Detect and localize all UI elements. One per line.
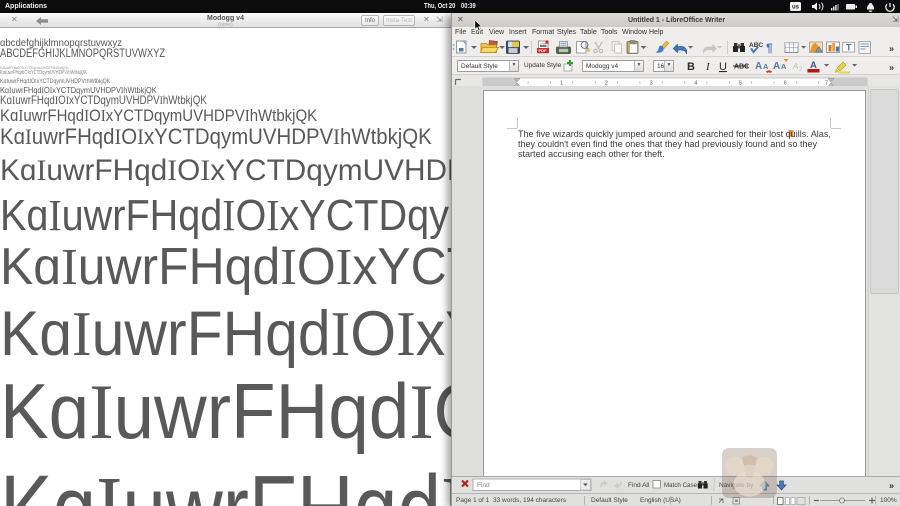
svg-text:A: A (763, 62, 769, 71)
svg-text:B: B (687, 61, 695, 73)
svg-text:I: I (705, 61, 711, 73)
svg-text:¶: ¶ (766, 41, 773, 55)
svg-text:Match Case: Match Case (664, 482, 698, 489)
svg-text:»: » (889, 44, 894, 54)
svg-text:PDF: PDF (539, 48, 548, 53)
svg-text:A: A (773, 61, 780, 72)
svg-text:A: A (781, 62, 787, 71)
svg-text:ABC: ABC (734, 64, 749, 71)
svg-text:»: » (889, 63, 894, 73)
svg-text:U: U (719, 61, 727, 73)
svg-text:A: A (792, 62, 798, 71)
svg-text:A: A (755, 61, 762, 72)
svg-text:Find: Find (477, 482, 490, 489)
svg-text:Find All: Find All (628, 482, 650, 489)
svg-text:»: » (889, 481, 894, 491)
svg-text:us: us (792, 5, 800, 11)
svg-text:T: T (846, 43, 852, 53)
svg-text:2: 2 (799, 67, 803, 73)
